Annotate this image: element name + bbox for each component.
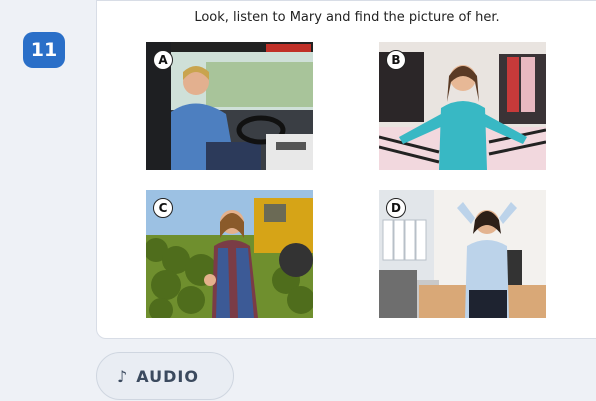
question-card: Look, listen to Mary and find the pictur… <box>96 0 596 339</box>
audio-button-label: AUDIO <box>136 366 199 386</box>
instruction-text: Look, listen to Mary and find the pictur… <box>194 10 500 25</box>
picture-option-b[interactable]: B <box>379 42 546 170</box>
option-letter-b: B <box>386 50 406 70</box>
picture-option-a[interactable]: A <box>146 42 313 170</box>
question-number-badge: 11 <box>23 32 65 68</box>
option-letter-a: A <box>153 50 173 70</box>
audio-button[interactable]: ♪ AUDIO <box>96 352 234 400</box>
music-note-icon: ♪ <box>117 366 129 386</box>
picture-option-d[interactable]: D <box>379 190 546 318</box>
option-letter-c: C <box>153 198 173 218</box>
option-letter-d: D <box>386 198 406 218</box>
picture-option-c[interactable]: C <box>146 190 313 318</box>
left-gutter: 11 <box>0 0 86 401</box>
